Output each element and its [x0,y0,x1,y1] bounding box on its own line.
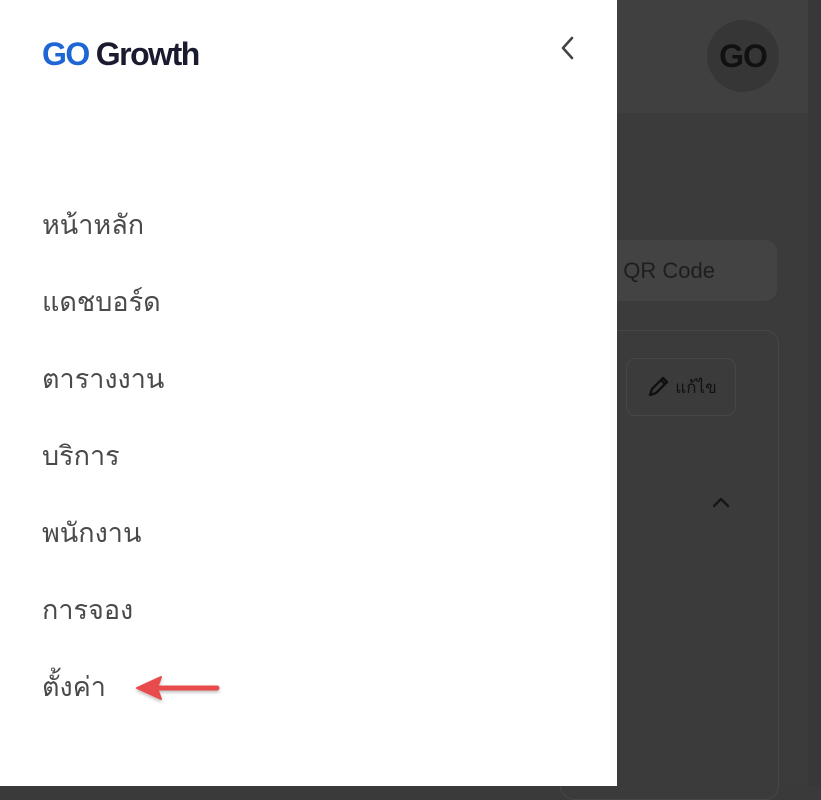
chevron-up-icon[interactable] [711,494,731,510]
scroll-edge [808,0,821,786]
menu-item-label: แดชบอร์ด [42,287,161,318]
pencil-icon [645,374,671,400]
menu-item-home[interactable]: หน้าหลัก [42,204,164,281]
drawer-menu: หน้าหลัก แดชบอร์ด ตารางงาน บริการ พนักงา… [42,204,164,743]
collapse-drawer-button[interactable] [553,33,583,67]
menu-item-bookings[interactable]: การจอง [42,589,164,666]
logo-growth-text: Growth [95,36,200,72]
menu-item-schedule[interactable]: ตารางงาน [42,358,164,435]
edit-button[interactable]: แก้ไข [626,358,736,416]
menu-item-dashboard[interactable]: แดชบอร์ด [42,281,164,358]
menu-item-label: การจอง [42,595,134,626]
chevron-left-icon [560,35,576,65]
avatar[interactable]: GO [707,20,779,92]
red-arrow-icon [133,673,223,705]
menu-item-label: พนักงาน [42,518,142,549]
logo-go-text: GO [42,36,90,72]
menu-item-staff[interactable]: พนักงาน [42,512,164,589]
menu-item-label: หน้าหลัก [42,210,145,241]
menu-item-services[interactable]: บริการ [42,435,164,512]
menu-item-label: บริการ [42,441,120,472]
menu-item-label: ตั้งค่า [42,672,106,703]
menu-item-label: ตารางงาน [42,364,165,395]
qr-code-label: QR Code [623,257,715,283]
navigation-drawer: GO Growth หน้าหลัก แดชบอร์ด ตารางงาน บริ… [0,0,617,786]
avatar-text: GO [719,37,768,74]
edit-button-label: แก้ไข [675,377,717,398]
go-growth-logo[interactable]: GO Growth [42,34,200,74]
